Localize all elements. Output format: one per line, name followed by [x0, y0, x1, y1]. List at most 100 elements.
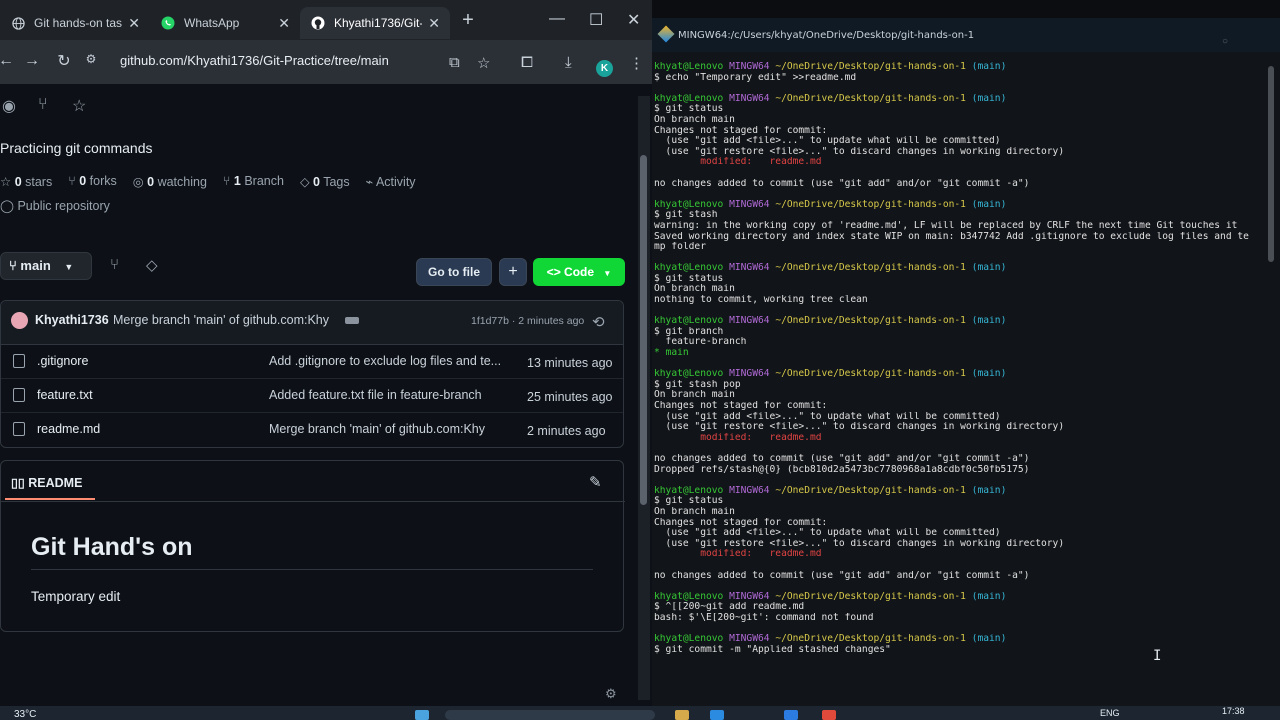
site-info-icon[interactable]: ⚙: [84, 52, 98, 66]
eye-icon: ◎: [132, 175, 148, 189]
new-tab-button[interactable]: +: [454, 9, 482, 32]
terminal-output-line: Changes not staged for commit:: [654, 517, 828, 528]
code-button[interactable]: <> Code ▼: [533, 258, 625, 286]
readme-tab[interactable]: ▯▯ README: [11, 475, 82, 490]
commit-author[interactable]: Khyathi1736: [35, 313, 109, 327]
tags-stat[interactable]: ◇ 0 Tags: [300, 174, 350, 189]
terminal-output-line: (use "git restore <file>..." to discard …: [654, 146, 1065, 157]
avatar[interactable]: [11, 312, 28, 329]
terminal-title: MINGW64:/c/Users/khyat/OneDrive/Desktop/…: [678, 30, 975, 41]
expand-ellipsis-button[interactable]: [345, 317, 359, 324]
prompt-part: (main): [971, 199, 1007, 210]
tab-github-repo[interactable]: Khyathi1736/Git-P ✕: [300, 7, 450, 39]
whatsapp-icon: [160, 15, 176, 31]
repo-stats: ☆ 0 stars ⑂ 0 forks ◎ 0 watching ⑂ 1 Bra…: [0, 174, 416, 189]
forks-stat[interactable]: ⑂ 0 forks: [68, 174, 117, 189]
minimize-icon[interactable]: —: [549, 10, 565, 28]
download-icon[interactable]: ⤓: [565, 54, 572, 71]
clock[interactable]: 17:38: [1222, 706, 1245, 716]
vscode-icon[interactable]: [784, 710, 798, 720]
install-app-icon[interactable]: ⧉: [449, 54, 460, 71]
activity-link[interactable]: ⌁ Activity: [366, 174, 416, 189]
language-indicator[interactable]: ENG: [1100, 708, 1120, 718]
maximize-icon[interactable]: ○: [1222, 36, 1228, 47]
terminal-command: $ git commit -m "Applied stashed changes…: [654, 644, 891, 655]
text-cursor-icon: I: [1153, 648, 1162, 664]
forward-icon[interactable]: →: [16, 52, 48, 70]
chrome-icon[interactable]: [822, 710, 836, 720]
prompt-part: khyat@Lenovo: [654, 369, 724, 380]
start-icon[interactable]: [415, 710, 429, 720]
weather-widget[interactable]: 33°C: [14, 709, 36, 720]
terminal-prompt: khyat@Lenovo MINGW64 ~/OneDrive/Desktop/…: [654, 369, 1266, 380]
watching-stat[interactable]: ◎ 0 watching: [133, 174, 207, 189]
file-list: Khyathi1736 Merge branch 'main' of githu…: [0, 300, 624, 448]
file-name[interactable]: .gitignore: [37, 354, 88, 368]
terminal-command: $ git status: [654, 273, 724, 284]
bookmark-star-icon[interactable]: ☆: [477, 54, 490, 72]
file-name[interactable]: readme.md: [37, 422, 100, 436]
terminal-prompt: khyat@Lenovo MINGW64 ~/OneDrive/Desktop/…: [654, 200, 1266, 211]
tab-whatsapp[interactable]: WhatsApp ✕: [150, 7, 300, 39]
star-icon: ☆: [0, 175, 15, 189]
prompt-part: khyat@Lenovo: [654, 316, 724, 327]
table-row[interactable]: readme.md Merge branch 'main' of github.…: [1, 413, 623, 447]
history-icon[interactable]: ⟲: [592, 313, 605, 331]
terminal-output-line: Changes not staged for commit:: [654, 125, 828, 136]
url-field[interactable]: github.com/Khyathi1736/Git-Practice/tree…: [120, 53, 389, 68]
file-commit-message[interactable]: Added feature.txt file in feature-branch: [269, 388, 505, 402]
menu-kebab-icon[interactable]: ⋮: [629, 54, 644, 72]
watch-eye-icon[interactable]: ◉: [2, 96, 16, 116]
pencil-icon[interactable]: ✎: [589, 473, 602, 491]
prompt-part: khyat@Lenovo: [654, 485, 724, 496]
terminal-output-line: (use "git restore <file>..." to discard …: [654, 538, 1065, 549]
table-row[interactable]: feature.txt Added feature.txt file in fe…: [1, 379, 623, 413]
file-commit-message[interactable]: Merge branch 'main' of github.com:Khy: [269, 422, 505, 436]
close-icon[interactable]: ✕: [428, 15, 440, 32]
terminal-prompt: khyat@Lenovo MINGW64 ~/OneDrive/Desktop/…: [654, 316, 1266, 327]
terminal-output-line: modified: readme.md: [654, 432, 822, 443]
profile-avatar[interactable]: K: [596, 60, 613, 77]
tab-label: WhatsApp: [184, 16, 240, 30]
taskbar-search[interactable]: [445, 710, 655, 720]
reload-icon[interactable]: ↻: [48, 51, 80, 71]
scrollbar-thumb[interactable]: [1268, 66, 1274, 262]
terminal-command: $ git stash pop: [654, 379, 741, 390]
browser-edge-icon[interactable]: [710, 710, 724, 720]
close-window-icon[interactable]: ✕: [627, 10, 640, 30]
extensions-icon[interactable]: ⧠: [521, 54, 533, 71]
stars-stat[interactable]: ☆ 0 stars: [0, 174, 52, 189]
scrollbar-thumb[interactable]: [640, 155, 647, 505]
branches-icon[interactable]: ⑂: [110, 256, 119, 273]
tag-icon[interactable]: ◇: [146, 256, 158, 274]
terminal-output-line: Saved working directory and index state …: [654, 231, 1249, 242]
branch-icon: ⑂: [9, 258, 21, 273]
terminal-command: $ git branch: [654, 326, 724, 337]
globe-icon: ◯: [0, 199, 18, 213]
prompt-part: khyat@Lenovo: [654, 62, 724, 72]
maximize-icon[interactable]: ☐: [589, 10, 603, 30]
file-commit-message[interactable]: Add .gitignore to exclude log files and …: [269, 354, 505, 368]
go-to-file-button[interactable]: Go to file: [416, 258, 492, 286]
add-file-button[interactable]: +: [499, 258, 527, 286]
terminal-output[interactable]: khyat@Lenovo MINGW64 ~/OneDrive/Desktop/…: [654, 62, 1266, 655]
commit-message[interactable]: Merge branch 'main' of github.com:Khy: [113, 313, 329, 327]
prompt-part: MINGW64: [729, 93, 770, 104]
star-icon[interactable]: ☆: [72, 96, 86, 116]
commit-meta[interactable]: 1f1d77b · 2 minutes ago: [471, 315, 584, 327]
file-name[interactable]: feature.txt: [37, 388, 93, 402]
close-icon[interactable]: ✕: [278, 15, 290, 32]
table-row[interactable]: .gitignore Add .gitignore to exclude log…: [1, 345, 623, 379]
tab-git-hands-on-tasks[interactable]: Git hands-on tasks ✕: [0, 7, 150, 39]
file-explorer-icon[interactable]: [675, 710, 689, 720]
branches-stat[interactable]: ⑂ 1 Branch: [223, 174, 284, 189]
fork-icon[interactable]: ⑂: [38, 96, 48, 114]
repo-description: Practicing git commands: [0, 140, 153, 156]
close-icon[interactable]: ✕: [128, 15, 140, 32]
terminal-output-line: no changes added to commit (use "git add…: [654, 178, 1030, 189]
branch-selector[interactable]: ⑂ main ▼: [0, 252, 92, 280]
prompt-part: MINGW64: [729, 369, 770, 380]
gear-icon[interactable]: ⚙: [605, 686, 617, 702]
